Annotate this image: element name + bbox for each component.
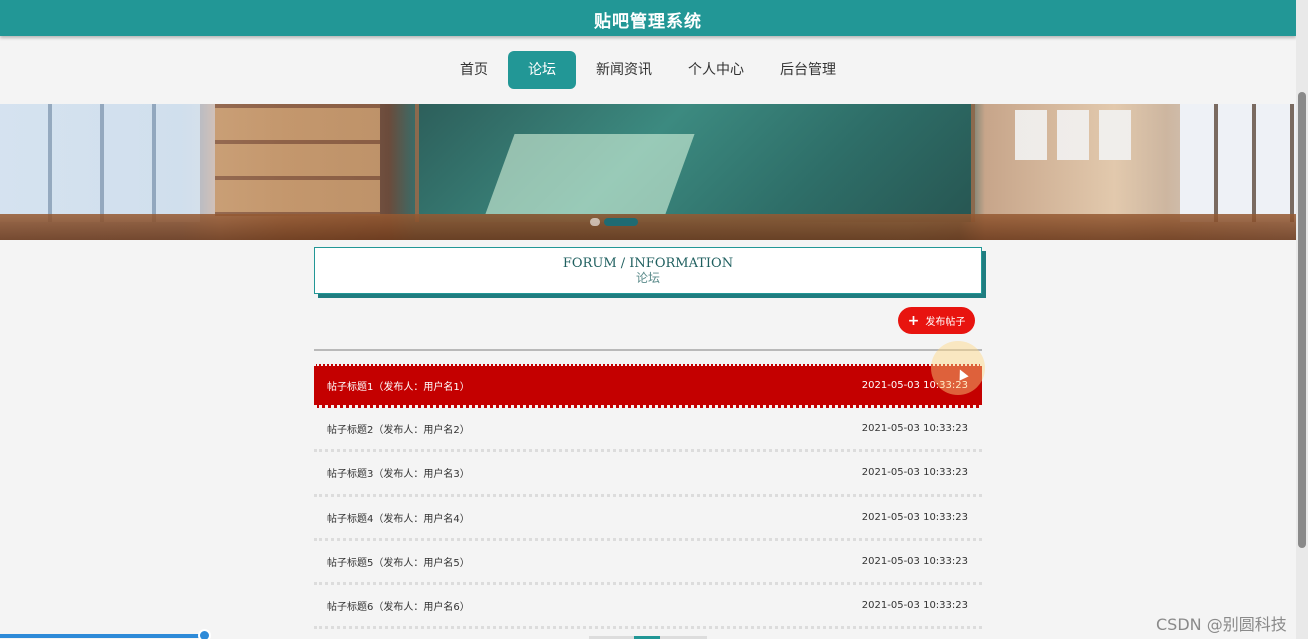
video-progress-bar[interactable] [0, 629, 211, 639]
post-title: 帖子标题2（发布人：用户名2） [327, 425, 470, 437]
post-title: 帖子标题5（发布人：用户名5） [327, 557, 470, 569]
banner-image-window [0, 104, 200, 222]
nav-item-news[interactable]: 新闻资讯 [578, 51, 670, 89]
carousel-dot-2[interactable] [604, 218, 638, 226]
banner-image-floor [0, 214, 1296, 240]
main-nav: 首页 论坛 新闻资讯 个人中心 后台管理 [0, 51, 1296, 89]
post-time: 2021-05-03 10:33:23 [861, 423, 968, 435]
banner-carousel[interactable] [0, 104, 1296, 240]
banner-image-doors [1180, 104, 1296, 222]
post-list: 帖子标题1（发布人：用户名1） 2021-05-03 10:33:23 帖子标题… [314, 364, 982, 630]
post-title: 帖子标题3（发布人：用户名3） [327, 469, 470, 481]
nav-item-admin[interactable]: 后台管理 [762, 51, 854, 89]
nav-item-home[interactable]: 首页 [442, 51, 506, 89]
banner-image-bookshelf [215, 104, 380, 216]
carousel-dot-1[interactable] [590, 218, 600, 226]
publish-post-label: 发布帖子 [925, 317, 966, 328]
section-heading: FORUM / INFORMATION 论坛 [314, 247, 982, 294]
app-title: 贴吧管理系统 [594, 12, 702, 32]
post-time: 2021-05-03 10:33:23 [861, 380, 968, 392]
post-title: 帖子标题6（发布人：用户名6） [327, 602, 470, 614]
list-item[interactable]: 帖子标题4（发布人：用户名4） 2021-05-03 10:33:23 [314, 497, 982, 541]
carousel-indicators [590, 218, 638, 226]
nav-item-profile[interactable]: 个人中心 [670, 51, 762, 89]
list-item[interactable]: 帖子标题5（发布人：用户名5） 2021-05-03 10:33:23 [314, 541, 982, 585]
publish-post-button[interactable]: + 发布帖子 [898, 307, 975, 334]
post-time: 2021-05-03 10:33:23 [861, 511, 968, 523]
nav-item-forum[interactable]: 论坛 [508, 51, 576, 89]
progress-knob[interactable] [198, 629, 211, 639]
section-title-en: FORUM / INFORMATION [562, 256, 734, 271]
plus-icon: + [907, 312, 920, 329]
post-title: 帖子标题1（发布人：用户名1） [327, 382, 470, 394]
post-time: 2021-05-03 10:33:23 [861, 467, 968, 479]
top-header: 贴吧管理系统 [0, 0, 1296, 36]
list-divider [314, 349, 982, 351]
banner-image-light [485, 134, 695, 214]
watermark: CSDN @别圆科技 [1156, 615, 1287, 634]
list-item[interactable]: 帖子标题3（发布人：用户名3） 2021-05-03 10:33:23 [314, 452, 982, 497]
list-item[interactable]: 帖子标题1（发布人：用户名1） 2021-05-03 10:33:23 [314, 364, 982, 409]
list-item[interactable]: 帖子标题2（发布人：用户名2） 2021-05-03 10:33:23 [314, 408, 982, 453]
post-title: 帖子标题4（发布人：用户名4） [327, 513, 470, 525]
post-time: 2021-05-03 10:33:23 [861, 555, 968, 567]
page-scrollbar[interactable] [1296, 0, 1308, 639]
section-title-cn: 论坛 [635, 271, 660, 285]
scrollbar-thumb[interactable] [1298, 92, 1306, 548]
banner-image-notices [1015, 110, 1135, 160]
list-item[interactable]: 帖子标题6（发布人：用户名6） 2021-05-03 10:33:23 [314, 585, 982, 630]
post-time: 2021-05-03 10:33:23 [861, 600, 968, 612]
